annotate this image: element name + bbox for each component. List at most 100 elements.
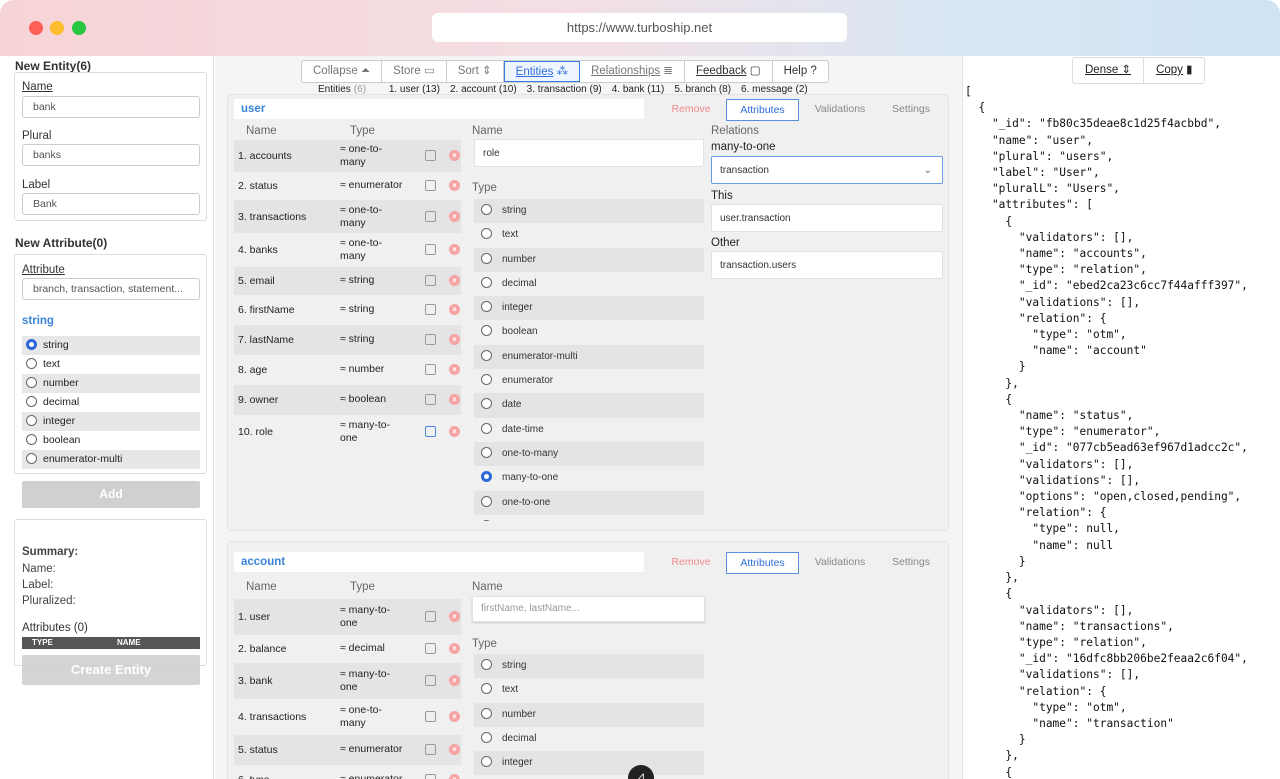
attribute-row[interactable]: 4. banks ≈ one-to-many × <box>234 233 461 267</box>
type-option[interactable]: number <box>474 702 704 727</box>
radio-button[interactable] <box>481 683 492 695</box>
validations-tab[interactable]: Validations <box>806 99 874 121</box>
type-option[interactable]: string <box>474 199 704 224</box>
edit-icon[interactable] <box>425 711 436 722</box>
remove-tab[interactable]: Remove <box>668 99 714 121</box>
maximize-window-dot[interactable] <box>72 21 86 35</box>
type-option[interactable]: enumerator-multi <box>22 450 200 469</box>
settings-tab[interactable]: Settings <box>883 99 939 121</box>
settings-tab[interactable]: Settings <box>883 552 939 574</box>
delete-icon[interactable]: × <box>449 180 460 191</box>
delete-icon[interactable]: × <box>449 394 460 405</box>
radio-button[interactable] <box>481 398 492 410</box>
this-relation-input[interactable]: user.transaction <box>711 204 943 232</box>
radio-button[interactable] <box>481 276 492 288</box>
type-option[interactable]: enumerator-multi <box>474 344 704 370</box>
type-option[interactable]: decimal <box>474 272 704 296</box>
radio-button[interactable] <box>26 339 37 350</box>
edit-icon[interactable] <box>425 364 436 375</box>
dense-button[interactable]: Dense ⇕ <box>1073 58 1145 83</box>
edit-icon[interactable] <box>425 426 436 437</box>
name-input[interactable]: bank <box>22 96 200 118</box>
radio-button[interactable] <box>481 471 492 483</box>
radio-button[interactable] <box>481 252 492 264</box>
attributes-tab[interactable]: Attributes <box>726 99 799 121</box>
attribute-row[interactable]: 6. type ≈ enumerator × <box>234 765 461 779</box>
radio-button[interactable] <box>26 358 37 369</box>
relationships-button[interactable]: Relationships ≣ <box>580 61 685 82</box>
radio-button[interactable] <box>481 519 492 521</box>
edit-icon[interactable] <box>425 744 436 755</box>
radio-button[interactable] <box>481 446 492 458</box>
type-option[interactable]: decimal <box>474 727 704 751</box>
attribute-input[interactable]: branch, transaction, statement... <box>22 278 200 300</box>
radio-button[interactable] <box>481 731 492 743</box>
attribute-row[interactable]: 2. status ≈ enumerator × <box>234 172 461 200</box>
radio-button[interactable] <box>26 453 37 464</box>
delete-icon[interactable]: × <box>449 304 460 315</box>
collapse-button[interactable]: Collapse ⏶ <box>302 61 383 82</box>
type-option[interactable]: text <box>22 355 200 374</box>
type-option[interactable]: integer <box>474 751 704 776</box>
radio-button[interactable] <box>481 495 492 507</box>
attribute-row[interactable]: 7. lastName ≈ string × <box>234 325 461 355</box>
url-bar[interactable]: https://www.turboship.net <box>432 13 847 42</box>
radio-button[interactable] <box>26 415 37 426</box>
delete-icon[interactable]: × <box>449 774 460 779</box>
type-option[interactable]: boolean <box>22 431 200 450</box>
radio-button[interactable] <box>26 434 37 445</box>
radio-button[interactable] <box>481 422 492 434</box>
attribute-row[interactable]: 2. balance ≈ decimal × <box>234 635 461 663</box>
edit-icon[interactable] <box>425 675 436 686</box>
attribute-row[interactable]: 9. owner ≈ boolean × <box>234 385 461 415</box>
attribute-row[interactable]: 3. bank ≈ many-to-one × <box>234 663 461 699</box>
delete-icon[interactable]: × <box>449 611 460 622</box>
type-option[interactable]: enumerator <box>474 369 704 393</box>
edit-icon[interactable] <box>425 210 436 222</box>
edit-icon[interactable] <box>425 275 436 286</box>
edit-icon[interactable] <box>425 394 436 405</box>
delete-icon[interactable]: × <box>449 275 460 286</box>
type-option[interactable]: date <box>474 393 704 418</box>
attribute-row[interactable]: 10. role ≈ many-to-one × <box>234 415 461 449</box>
type-option[interactable]: date-time <box>474 418 704 442</box>
edit-icon[interactable] <box>425 611 436 622</box>
copy-button[interactable]: Copy ▮ <box>1144 58 1204 83</box>
feedback-button[interactable]: Feedback ▢ <box>685 61 773 82</box>
attribute-row[interactable]: 1. user ≈ many-to-one × <box>234 599 461 635</box>
edit-icon[interactable] <box>425 180 436 191</box>
type-option[interactable]: enumerator <box>22 469 200 471</box>
attribute-row[interactable]: 1. accounts ≈ one-to-many × <box>234 140 461 172</box>
remove-tab[interactable]: Remove <box>668 552 714 574</box>
radio-button[interactable] <box>481 374 492 386</box>
attribute-row[interactable]: 5. status ≈ enumerator × <box>234 735 461 765</box>
delete-icon[interactable]: × <box>449 643 460 654</box>
attribute-row[interactable]: 3. transactions ≈ one-to-many × <box>234 200 461 233</box>
store-button[interactable]: Store ▭ <box>382 61 447 82</box>
validations-tab[interactable]: Validations <box>806 552 874 574</box>
type-option[interactable]: one-to-one <box>474 490 704 515</box>
delete-icon[interactable]: × <box>449 210 460 222</box>
field-name-input[interactable]: firstName, lastName... <box>472 596 705 622</box>
attribute-row[interactable]: 8. age ≈ number × <box>234 355 461 385</box>
edit-icon[interactable] <box>425 334 436 345</box>
type-option[interactable]: text <box>474 223 704 247</box>
attributes-tab[interactable]: Attributes <box>726 552 799 574</box>
edit-icon[interactable] <box>425 304 436 315</box>
radio-button[interactable] <box>481 204 492 215</box>
type-option[interactable]: one-to-many <box>474 441 704 467</box>
radio-button[interactable] <box>481 756 492 768</box>
type-option[interactable]: boolean <box>474 320 704 344</box>
radio-button[interactable] <box>481 659 492 670</box>
delete-icon[interactable]: × <box>449 675 460 686</box>
radio-button[interactable] <box>481 707 492 719</box>
type-option[interactable]: integer <box>474 296 704 321</box>
type-option[interactable]: string <box>22 336 200 355</box>
other-relation-input[interactable]: transaction.users <box>711 251 943 279</box>
type-option[interactable]: number <box>22 374 200 393</box>
delete-icon[interactable]: × <box>449 711 460 722</box>
create-entity-button[interactable]: Create Entity <box>22 655 200 685</box>
entities-button[interactable]: Entities ⁂ <box>503 61 581 82</box>
delete-icon[interactable]: × <box>449 364 460 375</box>
label-input[interactable]: Bank <box>22 193 200 215</box>
